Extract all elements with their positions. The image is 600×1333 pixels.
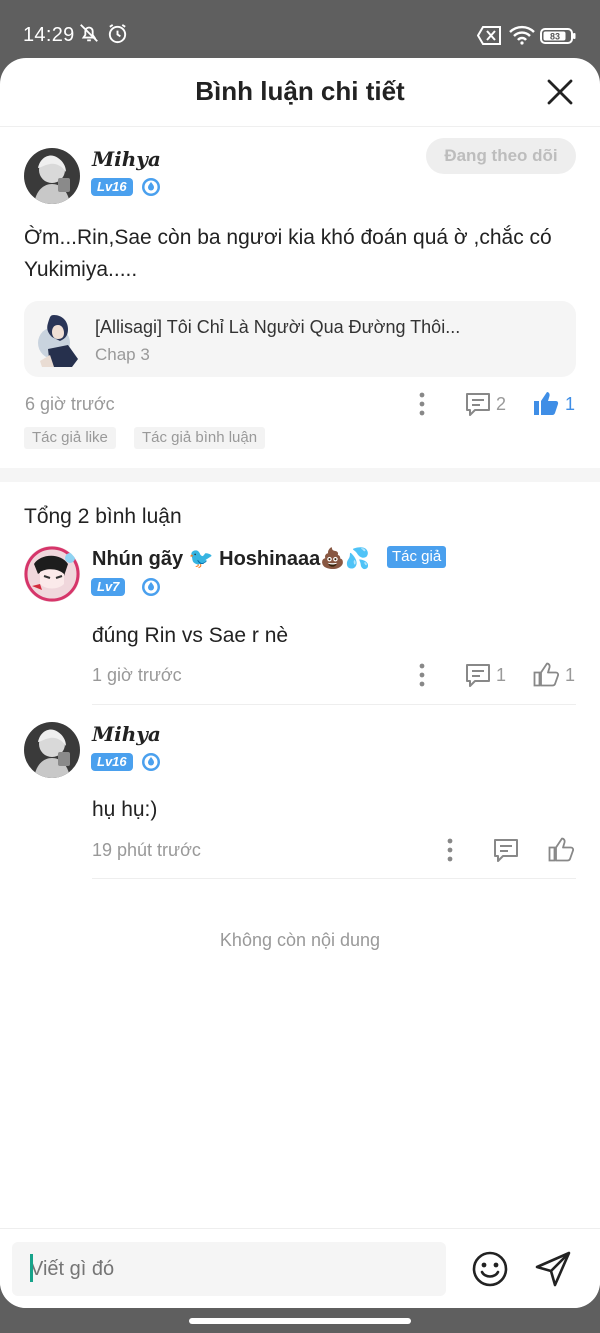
sim-missing-icon: [477, 26, 501, 45]
comment-composer: [0, 1228, 600, 1308]
verified-badge-icon: [142, 178, 160, 196]
level-badge: Lv16: [91, 178, 133, 196]
reply-count: 2: [496, 394, 507, 414]
verified-badge-icon: [142, 753, 160, 771]
chapter-card-chapter: Chap 3: [95, 345, 150, 364]
wifi-icon: [509, 25, 535, 45]
send-icon[interactable]: [534, 1250, 572, 1288]
following-button[interactable]: Đang theo dõi: [426, 138, 576, 174]
emoji-icon[interactable]: [471, 1250, 509, 1288]
chapter-card[interactable]: [Allisagi] Tôi Chỉ Là Người Qua Đường Th…: [24, 301, 576, 377]
more-options-icon[interactable]: [447, 838, 453, 862]
total-comments-label: Tổng 2 bình luận: [24, 505, 182, 528]
muted-bell-icon: [80, 24, 98, 42]
section-divider: [0, 468, 600, 482]
username[interactable]: Mihya: [92, 147, 161, 171]
avatar[interactable]: [24, 546, 80, 602]
reply-count: 1: [496, 665, 507, 685]
like-count: 1: [565, 665, 576, 685]
tag-author-liked: Tác giả like: [24, 427, 116, 449]
close-icon[interactable]: [546, 78, 574, 106]
manga-cover-thumbnail: [36, 309, 84, 369]
username[interactable]: Mihya: [92, 722, 161, 746]
status-time: 14:29: [23, 24, 75, 46]
end-of-content-note: Không còn nội dung: [219, 930, 381, 950]
more-options-icon[interactable]: [419, 663, 425, 687]
more-options-icon[interactable]: [419, 392, 425, 416]
level-badge: Lv16: [91, 753, 133, 771]
comment-detail-sheet: Bình luận chi tiết Mihya Lv16 Đang theo …: [0, 58, 600, 1308]
reply-icon[interactable]: [493, 837, 519, 863]
comment-input[interactable]: [12, 1242, 446, 1296]
reply-text: hụ hụ:): [92, 798, 158, 821]
divider: [92, 704, 576, 705]
reply-time: 1 giờ trước: [92, 665, 182, 685]
like-count: 1: [565, 394, 576, 414]
like-icon[interactable]: [533, 661, 559, 687]
username[interactable]: Nhún gãy 🐦 Hoshinaaa💩💦: [92, 546, 370, 571]
battery-level: 83: [550, 32, 560, 42]
sheet-header: Bình luận chi tiết: [0, 58, 600, 127]
battery-icon: 83: [540, 28, 576, 44]
divider: [92, 878, 576, 879]
chapter-card-title: [Allisagi] Tôi Chỉ Là Người Qua Đường Th…: [95, 317, 461, 337]
comment-text: Ờm...Rin,Sae còn ba ngươi kia khó đoán q…: [24, 226, 552, 281]
author-badge: Tác giả: [387, 546, 447, 568]
reply-icon[interactable]: [465, 391, 491, 417]
avatar[interactable]: [24, 148, 80, 204]
reply-text: đúng Rin vs Sae r nè: [92, 624, 289, 647]
verified-badge-icon: [142, 578, 160, 596]
like-icon[interactable]: [548, 836, 574, 862]
avatar[interactable]: [24, 722, 80, 778]
home-indicator[interactable]: [189, 1318, 411, 1324]
level-badge: Lv7: [91, 578, 126, 596]
like-icon-active[interactable]: [533, 390, 559, 416]
reply-time: 19 phút trước: [92, 840, 201, 860]
text-caret: [30, 1254, 33, 1282]
status-bar: 14:29 83: [0, 0, 600, 62]
tag-author-commented: Tác giả bình luận: [134, 427, 266, 449]
sheet-title: Bình luận chi tiết: [195, 76, 405, 106]
alarm-icon: [108, 24, 127, 44]
reply-icon[interactable]: [465, 662, 491, 688]
comment-time: 6 giờ trước: [25, 394, 115, 414]
